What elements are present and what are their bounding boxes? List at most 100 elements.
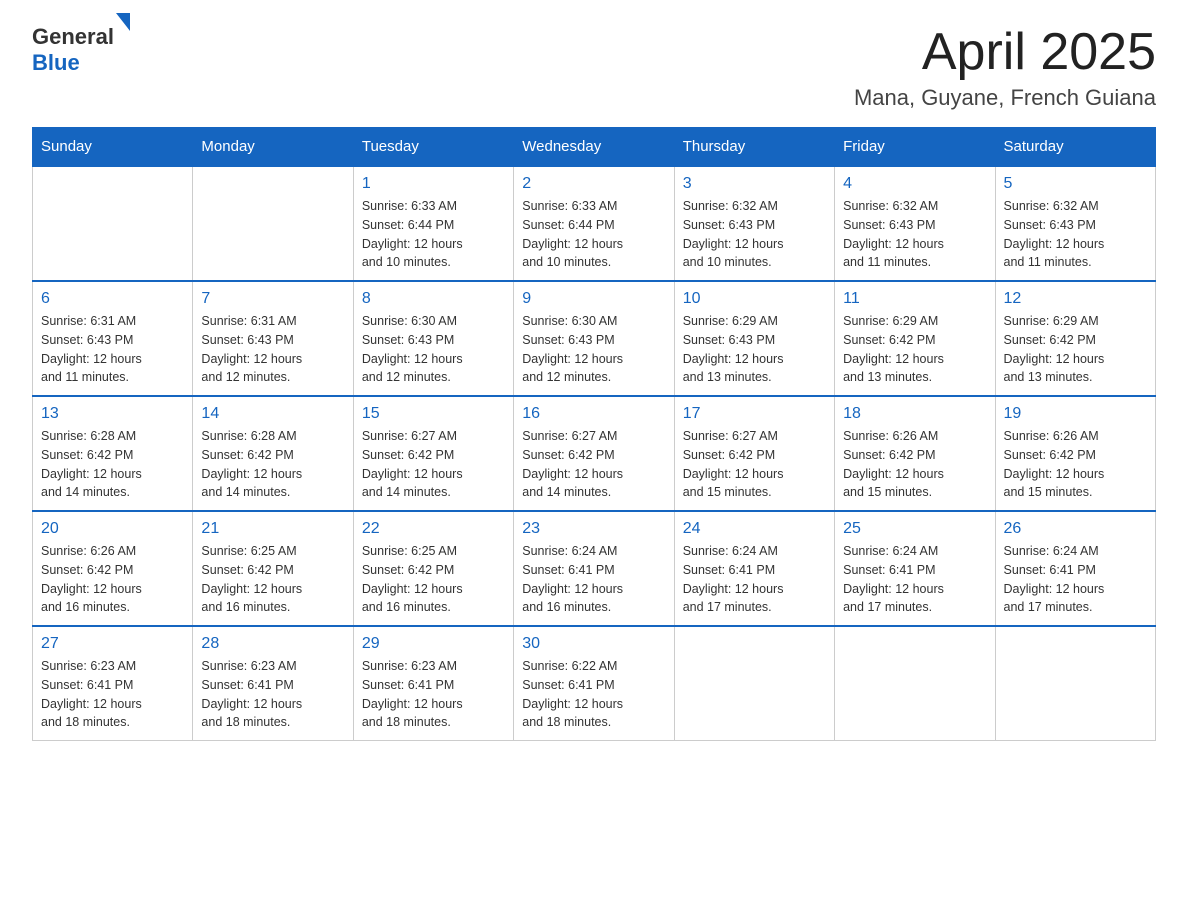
page-header: General Blue April 2025 Mana, Guyane, Fr… bbox=[32, 24, 1156, 111]
day-info: Sunrise: 6:25 AM Sunset: 6:42 PM Dayligh… bbox=[362, 542, 505, 617]
calendar-cell: 5 Sunrise: 6:32 AM Sunset: 6:43 PM Daylig… bbox=[995, 166, 1155, 281]
page-subtitle: Mana, Guyane, French Guiana bbox=[854, 85, 1156, 111]
calendar-cell: 23 Sunrise: 6:24 AM Sunset: 6:41 PM Dayli… bbox=[514, 511, 674, 626]
day-number: 26 bbox=[1004, 520, 1147, 538]
calendar-cell: 28 Sunrise: 6:23 AM Sunset: 6:41 PM Dayli… bbox=[193, 626, 353, 741]
calendar-cell: 20Sunrise: 6:26 AM Sunset: 6:42 PM Dayli… bbox=[33, 511, 193, 626]
calendar-cell: 26 Sunrise: 6:24 AM Sunset: 6:41 PM Dayli… bbox=[995, 511, 1155, 626]
calendar-cell: 21 Sunrise: 6:25 AM Sunset: 6:42 PM Dayli… bbox=[193, 511, 353, 626]
page-title: April 2025 bbox=[854, 24, 1156, 81]
day-number: 25 bbox=[843, 520, 986, 538]
calendar-cell: 24Sunrise: 6:24 AM Sunset: 6:41 PM Dayli… bbox=[674, 511, 834, 626]
calendar-cell: 4Sunrise: 6:32 AM Sunset: 6:43 PM Daylig… bbox=[835, 166, 995, 281]
day-info: Sunrise: 6:24 AM Sunset: 6:41 PM Dayligh… bbox=[522, 542, 665, 617]
col-header-wednesday: Wednesday bbox=[514, 128, 674, 167]
day-info: Sunrise: 6:30 AM Sunset: 6:43 PM Dayligh… bbox=[362, 312, 505, 387]
day-number: 23 bbox=[522, 520, 665, 538]
day-number: 12 bbox=[1004, 290, 1147, 308]
day-number: 18 bbox=[843, 405, 986, 423]
title-block: April 2025 Mana, Guyane, French Guiana bbox=[854, 24, 1156, 111]
day-number: 20 bbox=[41, 520, 184, 538]
day-info: Sunrise: 6:33 AM Sunset: 6:44 PM Dayligh… bbox=[522, 197, 665, 272]
calendar-cell: 3 Sunrise: 6:32 AM Sunset: 6:43 PM Daylig… bbox=[674, 166, 834, 281]
calendar-cell: 29 Sunrise: 6:23 AM Sunset: 6:41 PM Dayli… bbox=[353, 626, 513, 741]
week-row-1: 1 Sunrise: 6:33 AM Sunset: 6:44 PM Daylig… bbox=[33, 166, 1156, 281]
day-info: Sunrise: 6:28 AM Sunset: 6:42 PM Dayligh… bbox=[201, 427, 344, 502]
day-info: Sunrise: 6:25 AM Sunset: 6:42 PM Dayligh… bbox=[201, 542, 344, 617]
day-info: Sunrise: 6:32 AM Sunset: 6:43 PM Dayligh… bbox=[683, 197, 826, 272]
calendar-cell bbox=[995, 626, 1155, 741]
col-header-sunday: Sunday bbox=[33, 128, 193, 167]
week-row-3: 13Sunrise: 6:28 AM Sunset: 6:42 PM Dayli… bbox=[33, 396, 1156, 511]
day-number: 16 bbox=[522, 405, 665, 423]
calendar-cell: 9 Sunrise: 6:30 AM Sunset: 6:43 PM Daylig… bbox=[514, 281, 674, 396]
calendar-table: SundayMondayTuesdayWednesdayThursdayFrid… bbox=[32, 127, 1156, 741]
day-info: Sunrise: 6:29 AM Sunset: 6:42 PM Dayligh… bbox=[1004, 312, 1147, 387]
day-info: Sunrise: 6:31 AM Sunset: 6:43 PM Dayligh… bbox=[41, 312, 184, 387]
day-number: 11 bbox=[843, 290, 986, 308]
logo-triangle-icon bbox=[116, 13, 130, 48]
day-info: Sunrise: 6:23 AM Sunset: 6:41 PM Dayligh… bbox=[201, 657, 344, 732]
day-number: 24 bbox=[683, 520, 826, 538]
calendar-cell: 13Sunrise: 6:28 AM Sunset: 6:42 PM Dayli… bbox=[33, 396, 193, 511]
calendar-cell bbox=[674, 626, 834, 741]
day-number: 4 bbox=[843, 175, 986, 193]
day-info: Sunrise: 6:24 AM Sunset: 6:41 PM Dayligh… bbox=[843, 542, 986, 617]
day-info: Sunrise: 6:31 AM Sunset: 6:43 PM Dayligh… bbox=[201, 312, 344, 387]
day-number: 30 bbox=[522, 635, 665, 653]
calendar-cell bbox=[33, 166, 193, 281]
day-number: 17 bbox=[683, 405, 826, 423]
day-number: 9 bbox=[522, 290, 665, 308]
day-number: 1 bbox=[362, 175, 505, 193]
day-info: Sunrise: 6:27 AM Sunset: 6:42 PM Dayligh… bbox=[522, 427, 665, 502]
day-info: Sunrise: 6:24 AM Sunset: 6:41 PM Dayligh… bbox=[1004, 542, 1147, 617]
calendar-cell: 25 Sunrise: 6:24 AM Sunset: 6:41 PM Dayli… bbox=[835, 511, 995, 626]
day-number: 8 bbox=[362, 290, 505, 308]
day-number: 10 bbox=[683, 290, 826, 308]
calendar-cell: 16 Sunrise: 6:27 AM Sunset: 6:42 PM Dayli… bbox=[514, 396, 674, 511]
day-number: 2 bbox=[522, 175, 665, 193]
logo-general: General bbox=[32, 24, 114, 49]
day-number: 5 bbox=[1004, 175, 1147, 193]
week-row-4: 20Sunrise: 6:26 AM Sunset: 6:42 PM Dayli… bbox=[33, 511, 1156, 626]
col-header-thursday: Thursday bbox=[674, 128, 834, 167]
col-header-friday: Friday bbox=[835, 128, 995, 167]
day-number: 22 bbox=[362, 520, 505, 538]
logo: General Blue bbox=[32, 24, 130, 76]
day-number: 6 bbox=[41, 290, 184, 308]
calendar-cell: 8 Sunrise: 6:30 AM Sunset: 6:43 PM Daylig… bbox=[353, 281, 513, 396]
day-number: 19 bbox=[1004, 405, 1147, 423]
day-info: Sunrise: 6:26 AM Sunset: 6:42 PM Dayligh… bbox=[1004, 427, 1147, 502]
day-number: 15 bbox=[362, 405, 505, 423]
calendar-header-row: SundayMondayTuesdayWednesdayThursdayFrid… bbox=[33, 128, 1156, 167]
day-number: 3 bbox=[683, 175, 826, 193]
calendar-cell: 17Sunrise: 6:27 AM Sunset: 6:42 PM Dayli… bbox=[674, 396, 834, 511]
col-header-monday: Monday bbox=[193, 128, 353, 167]
logo-text-block: General Blue bbox=[32, 24, 130, 76]
day-number: 21 bbox=[201, 520, 344, 538]
calendar-cell bbox=[835, 626, 995, 741]
calendar-cell: 12 Sunrise: 6:29 AM Sunset: 6:42 PM Dayli… bbox=[995, 281, 1155, 396]
day-info: Sunrise: 6:29 AM Sunset: 6:42 PM Dayligh… bbox=[843, 312, 986, 387]
calendar-cell: 11 Sunrise: 6:29 AM Sunset: 6:42 PM Dayli… bbox=[835, 281, 995, 396]
day-info: Sunrise: 6:22 AM Sunset: 6:41 PM Dayligh… bbox=[522, 657, 665, 732]
col-header-tuesday: Tuesday bbox=[353, 128, 513, 167]
day-info: Sunrise: 6:23 AM Sunset: 6:41 PM Dayligh… bbox=[362, 657, 505, 732]
day-info: Sunrise: 6:32 AM Sunset: 6:43 PM Dayligh… bbox=[1004, 197, 1147, 272]
calendar-cell: 7Sunrise: 6:31 AM Sunset: 6:43 PM Daylig… bbox=[193, 281, 353, 396]
day-info: Sunrise: 6:28 AM Sunset: 6:42 PM Dayligh… bbox=[41, 427, 184, 502]
calendar-cell: 10Sunrise: 6:29 AM Sunset: 6:43 PM Dayli… bbox=[674, 281, 834, 396]
day-info: Sunrise: 6:30 AM Sunset: 6:43 PM Dayligh… bbox=[522, 312, 665, 387]
day-info: Sunrise: 6:23 AM Sunset: 6:41 PM Dayligh… bbox=[41, 657, 184, 732]
calendar-cell: 6 Sunrise: 6:31 AM Sunset: 6:43 PM Daylig… bbox=[33, 281, 193, 396]
calendar-cell: 14Sunrise: 6:28 AM Sunset: 6:42 PM Dayli… bbox=[193, 396, 353, 511]
day-number: 28 bbox=[201, 635, 344, 653]
day-info: Sunrise: 6:27 AM Sunset: 6:42 PM Dayligh… bbox=[362, 427, 505, 502]
day-number: 29 bbox=[362, 635, 505, 653]
calendar-cell: 18Sunrise: 6:26 AM Sunset: 6:42 PM Dayli… bbox=[835, 396, 995, 511]
calendar-cell: 15 Sunrise: 6:27 AM Sunset: 6:42 PM Dayli… bbox=[353, 396, 513, 511]
week-row-5: 27Sunrise: 6:23 AM Sunset: 6:41 PM Dayli… bbox=[33, 626, 1156, 741]
calendar-cell: 2 Sunrise: 6:33 AM Sunset: 6:44 PM Daylig… bbox=[514, 166, 674, 281]
week-row-2: 6 Sunrise: 6:31 AM Sunset: 6:43 PM Daylig… bbox=[33, 281, 1156, 396]
calendar-cell: 27Sunrise: 6:23 AM Sunset: 6:41 PM Dayli… bbox=[33, 626, 193, 741]
